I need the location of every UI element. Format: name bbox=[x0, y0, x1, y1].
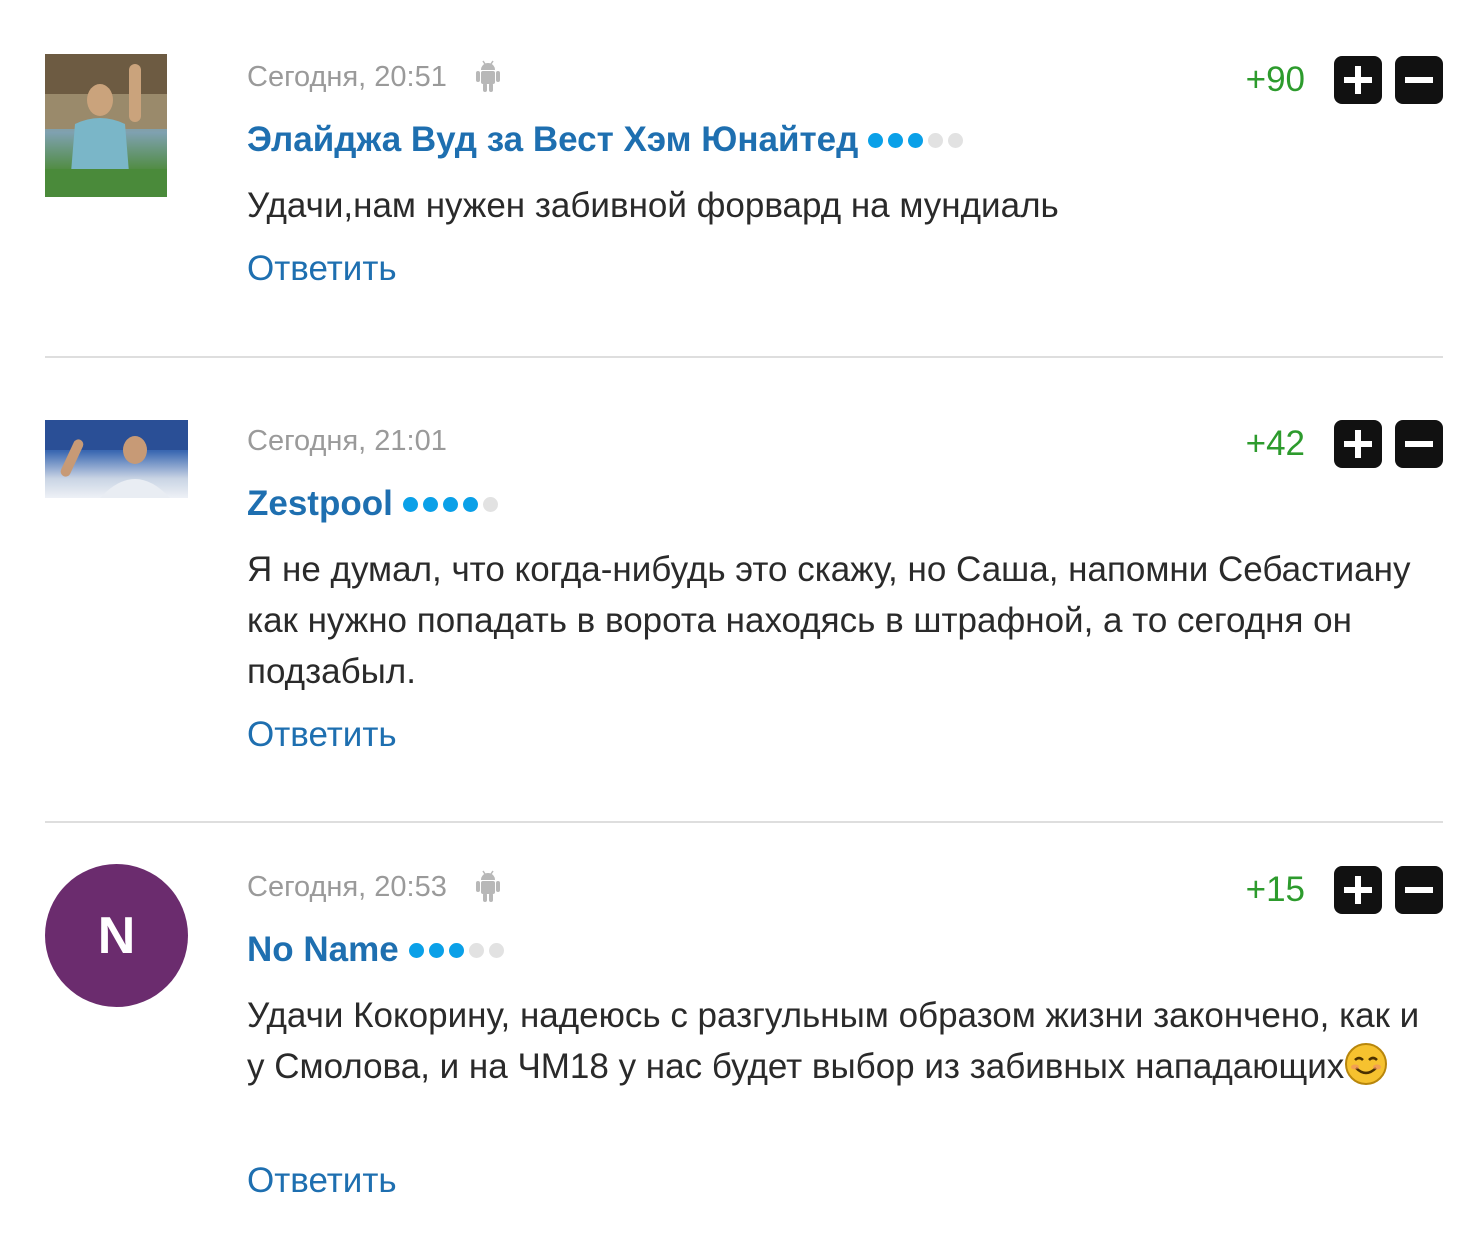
divider bbox=[45, 821, 1443, 823]
rating-dot bbox=[422, 496, 438, 512]
author-row: Элайджа Вуд за Вест Хэм Юнайтед bbox=[247, 116, 968, 164]
upvote-button[interactable] bbox=[1334, 866, 1382, 914]
reply-link[interactable]: Ответить bbox=[247, 715, 397, 755]
comment-time: Сегодня, 21:01 bbox=[247, 424, 447, 457]
upvote-button[interactable] bbox=[1334, 56, 1382, 104]
rating-dot bbox=[888, 132, 904, 148]
rating-dot bbox=[948, 132, 964, 148]
rating-dot bbox=[402, 496, 418, 512]
android-icon bbox=[475, 60, 501, 94]
user-rating bbox=[408, 942, 509, 958]
comment-meta: Сегодня, 21:01 bbox=[247, 422, 447, 460]
minus-icon bbox=[1405, 887, 1433, 893]
avatar[interactable] bbox=[45, 420, 188, 498]
minus-icon bbox=[1405, 441, 1433, 447]
vote-controls: +42 bbox=[1246, 420, 1443, 468]
author-name[interactable]: Zestpool bbox=[247, 484, 393, 524]
plus-icon bbox=[1344, 430, 1372, 458]
rating-dot bbox=[868, 132, 884, 148]
comment-text: Я не думал, что когда-нибудь это скажу, … bbox=[247, 550, 1411, 691]
avatar[interactable] bbox=[45, 54, 167, 197]
downvote-button[interactable] bbox=[1395, 420, 1443, 468]
comment-score: +15 bbox=[1245, 870, 1305, 909]
vote-controls: +90 bbox=[1246, 56, 1443, 104]
rating-dot bbox=[488, 942, 504, 958]
rating-dot bbox=[462, 496, 478, 512]
rating-dot bbox=[408, 942, 424, 958]
plus-icon bbox=[1344, 66, 1372, 94]
comment-score: +90 bbox=[1245, 60, 1305, 99]
rating-dot bbox=[468, 942, 484, 958]
avatar[interactable]: N bbox=[45, 864, 188, 1007]
upvote-button[interactable] bbox=[1334, 420, 1382, 468]
comment-score: +42 bbox=[1245, 424, 1305, 463]
comment-time: Сегодня, 20:51 bbox=[247, 60, 447, 93]
comment-time: Сегодня, 20:53 bbox=[247, 870, 447, 903]
downvote-button[interactable] bbox=[1395, 866, 1443, 914]
user-rating bbox=[868, 132, 968, 148]
author-name[interactable]: Элайджа Вуд за Вест Хэм Юнайтед bbox=[247, 120, 858, 160]
comments-list: Сегодня, 20:51 +90 Элайджа Вуд за Вест Х… bbox=[0, 0, 1460, 1237]
comment-text: Удачи Кокорину, надеюсь с разгульным обр… bbox=[247, 990, 1443, 1092]
reply-link[interactable]: Ответить bbox=[247, 1161, 397, 1201]
vote-controls: +15 bbox=[1246, 866, 1443, 914]
downvote-button[interactable] bbox=[1395, 56, 1443, 104]
author-row: No Name bbox=[247, 926, 509, 974]
rating-dot bbox=[428, 942, 444, 958]
rating-dot bbox=[448, 942, 464, 958]
rating-dot bbox=[908, 132, 924, 148]
smiling-face-emoji bbox=[1344, 1042, 1388, 1086]
rating-dot bbox=[482, 496, 498, 512]
user-rating bbox=[402, 496, 503, 512]
rating-dot bbox=[928, 132, 944, 148]
reply-link[interactable]: Ответить bbox=[247, 249, 397, 289]
comment-meta: Сегодня, 20:53 bbox=[247, 868, 501, 906]
comment-meta: Сегодня, 20:51 bbox=[247, 58, 501, 96]
plus-icon bbox=[1344, 876, 1372, 904]
minus-icon bbox=[1405, 77, 1433, 83]
divider bbox=[45, 356, 1443, 358]
author-name[interactable]: No Name bbox=[247, 930, 399, 970]
author-row: Zestpool bbox=[247, 480, 503, 528]
comment-text: Удачи,нам нужен забивной форвард на мунд… bbox=[247, 186, 1059, 225]
comment-text-content: Удачи Кокорину, надеюсь с разгульным обр… bbox=[247, 996, 1420, 1086]
rating-dot bbox=[442, 496, 458, 512]
android-icon bbox=[475, 870, 501, 904]
